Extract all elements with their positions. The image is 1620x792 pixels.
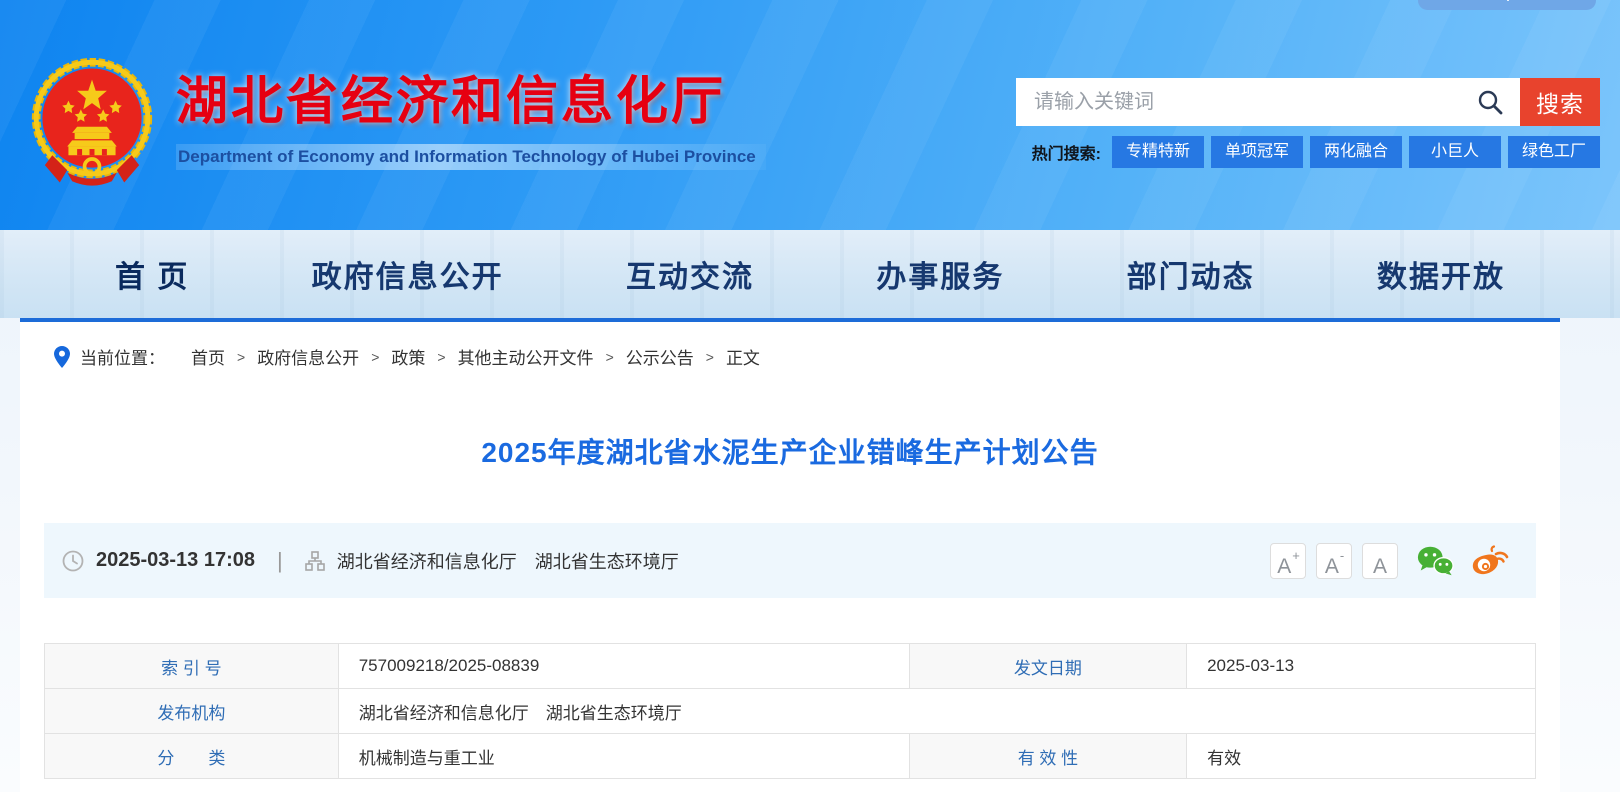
issue-date-value: 2025-03-13: [1187, 644, 1536, 689]
index-number-label: 索 引 号: [45, 644, 339, 689]
site-title: 湖北省经济和信息化厅: [176, 76, 766, 128]
wechat-share-icon[interactable]: [1416, 545, 1454, 577]
breadcrumb-separator: >: [606, 349, 614, 365]
document-info-table: 索 引 号 757009218/2025-08839 发文日期 2025-03-…: [44, 643, 1536, 779]
validity-value: 有效: [1187, 734, 1536, 779]
category-value: 机械制造与重工业: [338, 734, 909, 779]
search-button[interactable]: 搜索: [1520, 78, 1600, 126]
meta-divider: |: [277, 548, 283, 574]
nav-item-services[interactable]: 办事服务: [876, 252, 1004, 296]
breadcrumb: 当前位置： 首页 > 政府信息公开 > 政策 > 其他主动公开文件 > 公示公告…: [44, 322, 1536, 369]
breadcrumb-separator: >: [371, 349, 379, 365]
breadcrumb-gov-info[interactable]: 政府信息公开: [257, 344, 359, 369]
hot-tag-danxiangguanjun[interactable]: 单项冠军: [1211, 136, 1303, 168]
nav-item-home[interactable]: 首 页: [115, 252, 189, 296]
font-increase-button[interactable]: A+: [1270, 543, 1306, 579]
main-navigation: 首 页 政府信息公开 互动交流 办事服务 部门动态 数据开放: [0, 230, 1620, 318]
index-number-value: 757009218/2025-08839: [338, 644, 909, 689]
breadcrumb-current: 正文: [726, 344, 760, 369]
national-emblem-logo: [30, 58, 154, 188]
article-title: 2025年度湖北省水泥生产企业错峰生产计划公告: [44, 431, 1536, 471]
table-row: 分 类 机械制造与重工业 有 效 性 有效: [45, 734, 1536, 779]
search-input[interactable]: [1016, 78, 1520, 126]
nav-item-interaction[interactable]: 互动交流: [626, 252, 754, 296]
site-subtitle: Department of Economy and Information Te…: [176, 144, 766, 170]
breadcrumb-separator: >: [437, 349, 445, 365]
breadcrumb-separator: >: [237, 349, 245, 365]
hot-tag-lvsegongchang[interactable]: 绿色工厂: [1508, 136, 1600, 168]
hot-tag-lianghuaronghe[interactable]: 两化融合: [1310, 136, 1402, 168]
site-logo-block[interactable]: 湖北省经济和信息化厅 Department of Economy and Inf…: [30, 58, 766, 188]
breadcrumb-separator: >: [706, 349, 714, 365]
source-orgs: 湖北省经济和信息化厅 湖北省生态环境厅: [337, 548, 679, 574]
source-org-icon: [305, 551, 325, 571]
issue-date-label: 发文日期: [909, 644, 1186, 689]
validity-label: 有 效 性: [909, 734, 1186, 779]
font-reset-button[interactable]: A: [1362, 543, 1398, 579]
breadcrumb-home[interactable]: 首页: [191, 344, 225, 369]
site-banner: 湖北省经济和信息化厅 Department of Economy and Inf…: [0, 0, 1620, 230]
font-decrease-button[interactable]: A-: [1316, 543, 1352, 579]
issuing-org-label: 发布机构: [45, 689, 339, 734]
hot-tag-zhuanjingtexin[interactable]: 专精特新: [1112, 136, 1204, 168]
nav-item-open-data[interactable]: 数据开放: [1377, 252, 1505, 296]
hot-tag-xiaojuren[interactable]: 小巨人: [1409, 136, 1501, 168]
breadcrumb-other-docs[interactable]: 其他主动公开文件: [458, 344, 594, 369]
table-row: 发布机构 湖北省经济和信息化厅 湖北省生态环境厅: [45, 689, 1536, 734]
breadcrumb-label: 当前位置：: [80, 344, 165, 369]
floating-toolbar-pill[interactable]: [1418, 0, 1596, 10]
search-module: 搜索 热门搜索: 专精特新 单项冠军 两化融合 小巨人 绿色工厂: [1016, 78, 1600, 168]
publish-time: 2025-03-13 17:08: [96, 549, 255, 572]
article-meta-bar: 2025-03-13 17:08 | 湖北省经济和信息化厅 湖北省生态环境厅 A…: [44, 523, 1536, 598]
issuing-org-value: 湖北省经济和信息化厅 湖北省生态环境厅: [338, 689, 1535, 734]
nav-item-gov-info[interactable]: 政府信息公开: [312, 252, 504, 296]
category-label: 分 类: [45, 734, 339, 779]
clock-icon: [62, 550, 84, 572]
table-row: 索 引 号 757009218/2025-08839 发文日期 2025-03-…: [45, 644, 1536, 689]
search-icon: [1476, 88, 1504, 116]
nav-item-dept-news[interactable]: 部门动态: [1127, 252, 1255, 296]
weibo-share-icon[interactable]: [1472, 545, 1510, 577]
content-panel: 当前位置： 首页 > 政府信息公开 > 政策 > 其他主动公开文件 > 公示公告…: [20, 318, 1560, 792]
hot-search-label: 热门搜索:: [1032, 140, 1101, 164]
breadcrumb-announcements[interactable]: 公示公告: [626, 344, 694, 369]
breadcrumb-policy[interactable]: 政策: [391, 344, 425, 369]
location-pin-icon: [54, 346, 70, 368]
